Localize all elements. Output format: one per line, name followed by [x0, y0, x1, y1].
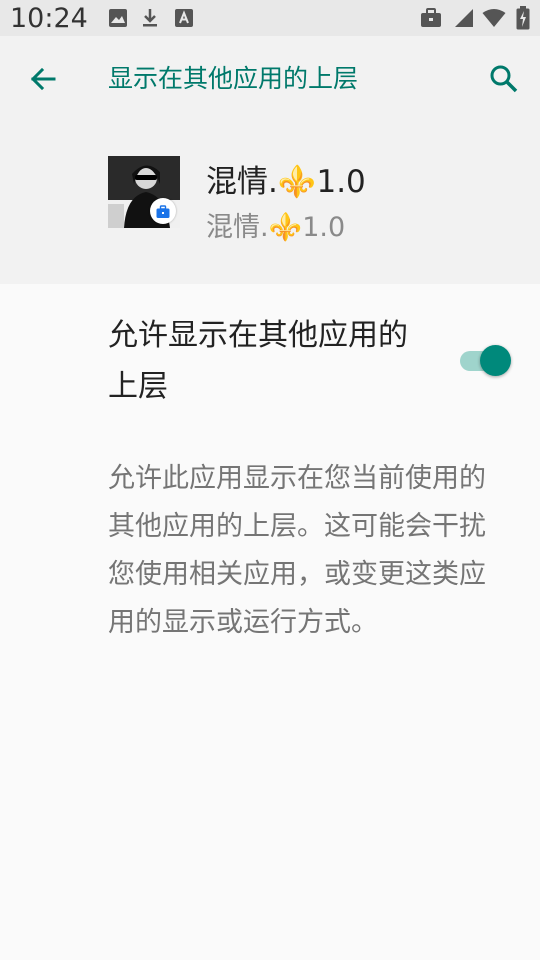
- toolbar: 显示在其他应用的上层: [0, 36, 540, 122]
- status-bar: 10:24: [0, 0, 540, 36]
- app-subtitle: 混情.⚜️1.0: [206, 208, 345, 248]
- permission-label: 允许显示在其他应用的上层: [108, 318, 408, 404]
- app-name: 混情.⚜️1.0: [206, 160, 366, 204]
- app-subtitle-prefix: 混情.: [206, 212, 269, 243]
- app-header: 混情.⚜️1.0 混情.⚜️1.0: [0, 122, 540, 284]
- status-right-icons: [420, 6, 540, 30]
- toggle-thumb: [480, 345, 511, 376]
- arrow-back-icon: [30, 66, 56, 96]
- permission-summary: 允许此应用显示在您当前使用的其他应用的上层。这可能会干扰您使用相关应用，或变更这…: [108, 463, 486, 638]
- status-time: 10:24: [10, 3, 88, 34]
- work-badge: [150, 198, 176, 224]
- overlay-permission-toggle[interactable]: [458, 344, 512, 378]
- permission-row[interactable]: 允许显示在其他应用的上层: [0, 284, 540, 424]
- battery-charging-icon: [516, 6, 530, 34]
- wifi-icon: [482, 8, 506, 32]
- app-subtitle-suffix: 1.0: [302, 212, 346, 243]
- work-briefcase-icon: [156, 204, 170, 223]
- app-name-prefix: 混情.: [206, 164, 278, 200]
- font-icon: [174, 8, 194, 32]
- download-icon: [140, 8, 160, 32]
- search-icon: [489, 64, 519, 98]
- app-name-suffix: 1.0: [316, 164, 366, 200]
- fleur-de-lis-icon: ⚜️: [268, 212, 303, 243]
- app-icon: [108, 156, 180, 228]
- signal-icon: [454, 8, 474, 32]
- briefcase-icon: [420, 8, 442, 32]
- image-icon: [108, 8, 128, 32]
- back-button[interactable]: [22, 58, 64, 100]
- fleur-de-lis-icon: ⚜️: [277, 164, 317, 200]
- search-button[interactable]: [483, 58, 525, 100]
- page-title: 显示在其他应用的上层: [108, 64, 359, 93]
